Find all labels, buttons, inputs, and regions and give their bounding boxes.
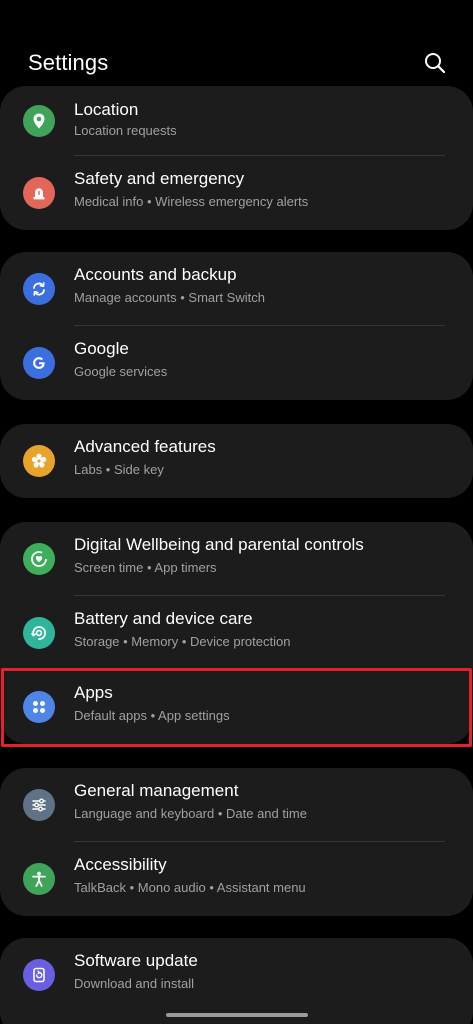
- setting-label: Google: [74, 339, 129, 358]
- setting-label: Location: [74, 100, 139, 119]
- device-care-icon: [23, 617, 55, 649]
- setting-label: Software update: [74, 951, 198, 970]
- settings-group-3: Advanced features Labs • Side key: [0, 424, 473, 498]
- google-g-icon: [23, 347, 55, 379]
- home-indicator-bar[interactable]: [166, 1013, 308, 1017]
- settings-screen: Settings Location Location requests Safe…: [0, 0, 473, 1024]
- setting-subtitle: Language and keyboard • Date and time: [74, 806, 307, 821]
- settings-group-5: General management Language and keyboard…: [0, 768, 473, 916]
- sliders-icon: [23, 789, 55, 821]
- setting-advanced-features[interactable]: Advanced features Labs • Side key: [0, 424, 473, 498]
- setting-location[interactable]: Location Location requests: [0, 86, 473, 156]
- setting-subtitle: TalkBack • Mono audio • Assistant menu: [74, 880, 306, 895]
- gear-flower-icon: [23, 445, 55, 477]
- setting-label: Advanced features: [74, 437, 216, 456]
- setting-subtitle: Screen time • App timers: [74, 560, 217, 575]
- setting-subtitle: Manage accounts • Smart Switch: [74, 290, 265, 305]
- location-pin-icon: [23, 105, 55, 137]
- update-icon: [23, 959, 55, 991]
- setting-label: Accessibility: [74, 855, 167, 874]
- heart-ring-icon: [23, 543, 55, 575]
- siren-icon: [23, 177, 55, 209]
- setting-accessibility[interactable]: Accessibility TalkBack • Mono audio • As…: [0, 842, 473, 916]
- setting-label: General management: [74, 781, 239, 800]
- setting-google[interactable]: Google Google services: [0, 326, 473, 400]
- app-header: Settings: [0, 0, 473, 100]
- setting-digital-wellbeing[interactable]: Digital Wellbeing and parental controls …: [0, 522, 473, 596]
- setting-safety-emergency[interactable]: Safety and emergency Medical info • Wire…: [0, 156, 473, 230]
- setting-general-management[interactable]: General management Language and keyboard…: [0, 768, 473, 842]
- accessibility-person-icon: [23, 863, 55, 895]
- settings-group-4: Digital Wellbeing and parental controls …: [0, 522, 473, 744]
- search-button[interactable]: [420, 48, 450, 78]
- setting-label: Safety and emergency: [74, 169, 245, 188]
- settings-group-6: Software update Download and install: [0, 938, 473, 1024]
- setting-label: Accounts and backup: [74, 265, 237, 284]
- settings-group-2: Accounts and backup Manage accounts • Sm…: [0, 252, 473, 400]
- setting-subtitle: Default apps • App settings: [74, 708, 230, 723]
- setting-accounts-backup[interactable]: Accounts and backup Manage accounts • Sm…: [0, 252, 473, 326]
- setting-label: Apps: [74, 683, 113, 702]
- setting-battery-device-care[interactable]: Battery and device care Storage • Memory…: [0, 596, 473, 670]
- apps-grid-icon: [23, 691, 55, 723]
- setting-label: Battery and device care: [74, 609, 253, 628]
- setting-label: Digital Wellbeing and parental controls: [74, 535, 364, 554]
- setting-subtitle: Location requests: [74, 123, 177, 138]
- setting-subtitle: Medical info • Wireless emergency alerts: [74, 194, 309, 209]
- setting-subtitle: Labs • Side key: [74, 462, 164, 477]
- sync-icon: [23, 273, 55, 305]
- setting-subtitle: Google services: [74, 364, 168, 379]
- setting-subtitle: Download and install: [74, 976, 194, 991]
- setting-software-update[interactable]: Software update Download and install: [0, 938, 473, 1012]
- page-title: Settings: [28, 50, 109, 75]
- setting-subtitle: Storage • Memory • Device protection: [74, 634, 291, 649]
- setting-apps[interactable]: Apps Default apps • App settings: [0, 670, 473, 744]
- search-icon: [425, 53, 446, 74]
- settings-group-1: Location Location requests Safety and em…: [0, 86, 473, 230]
